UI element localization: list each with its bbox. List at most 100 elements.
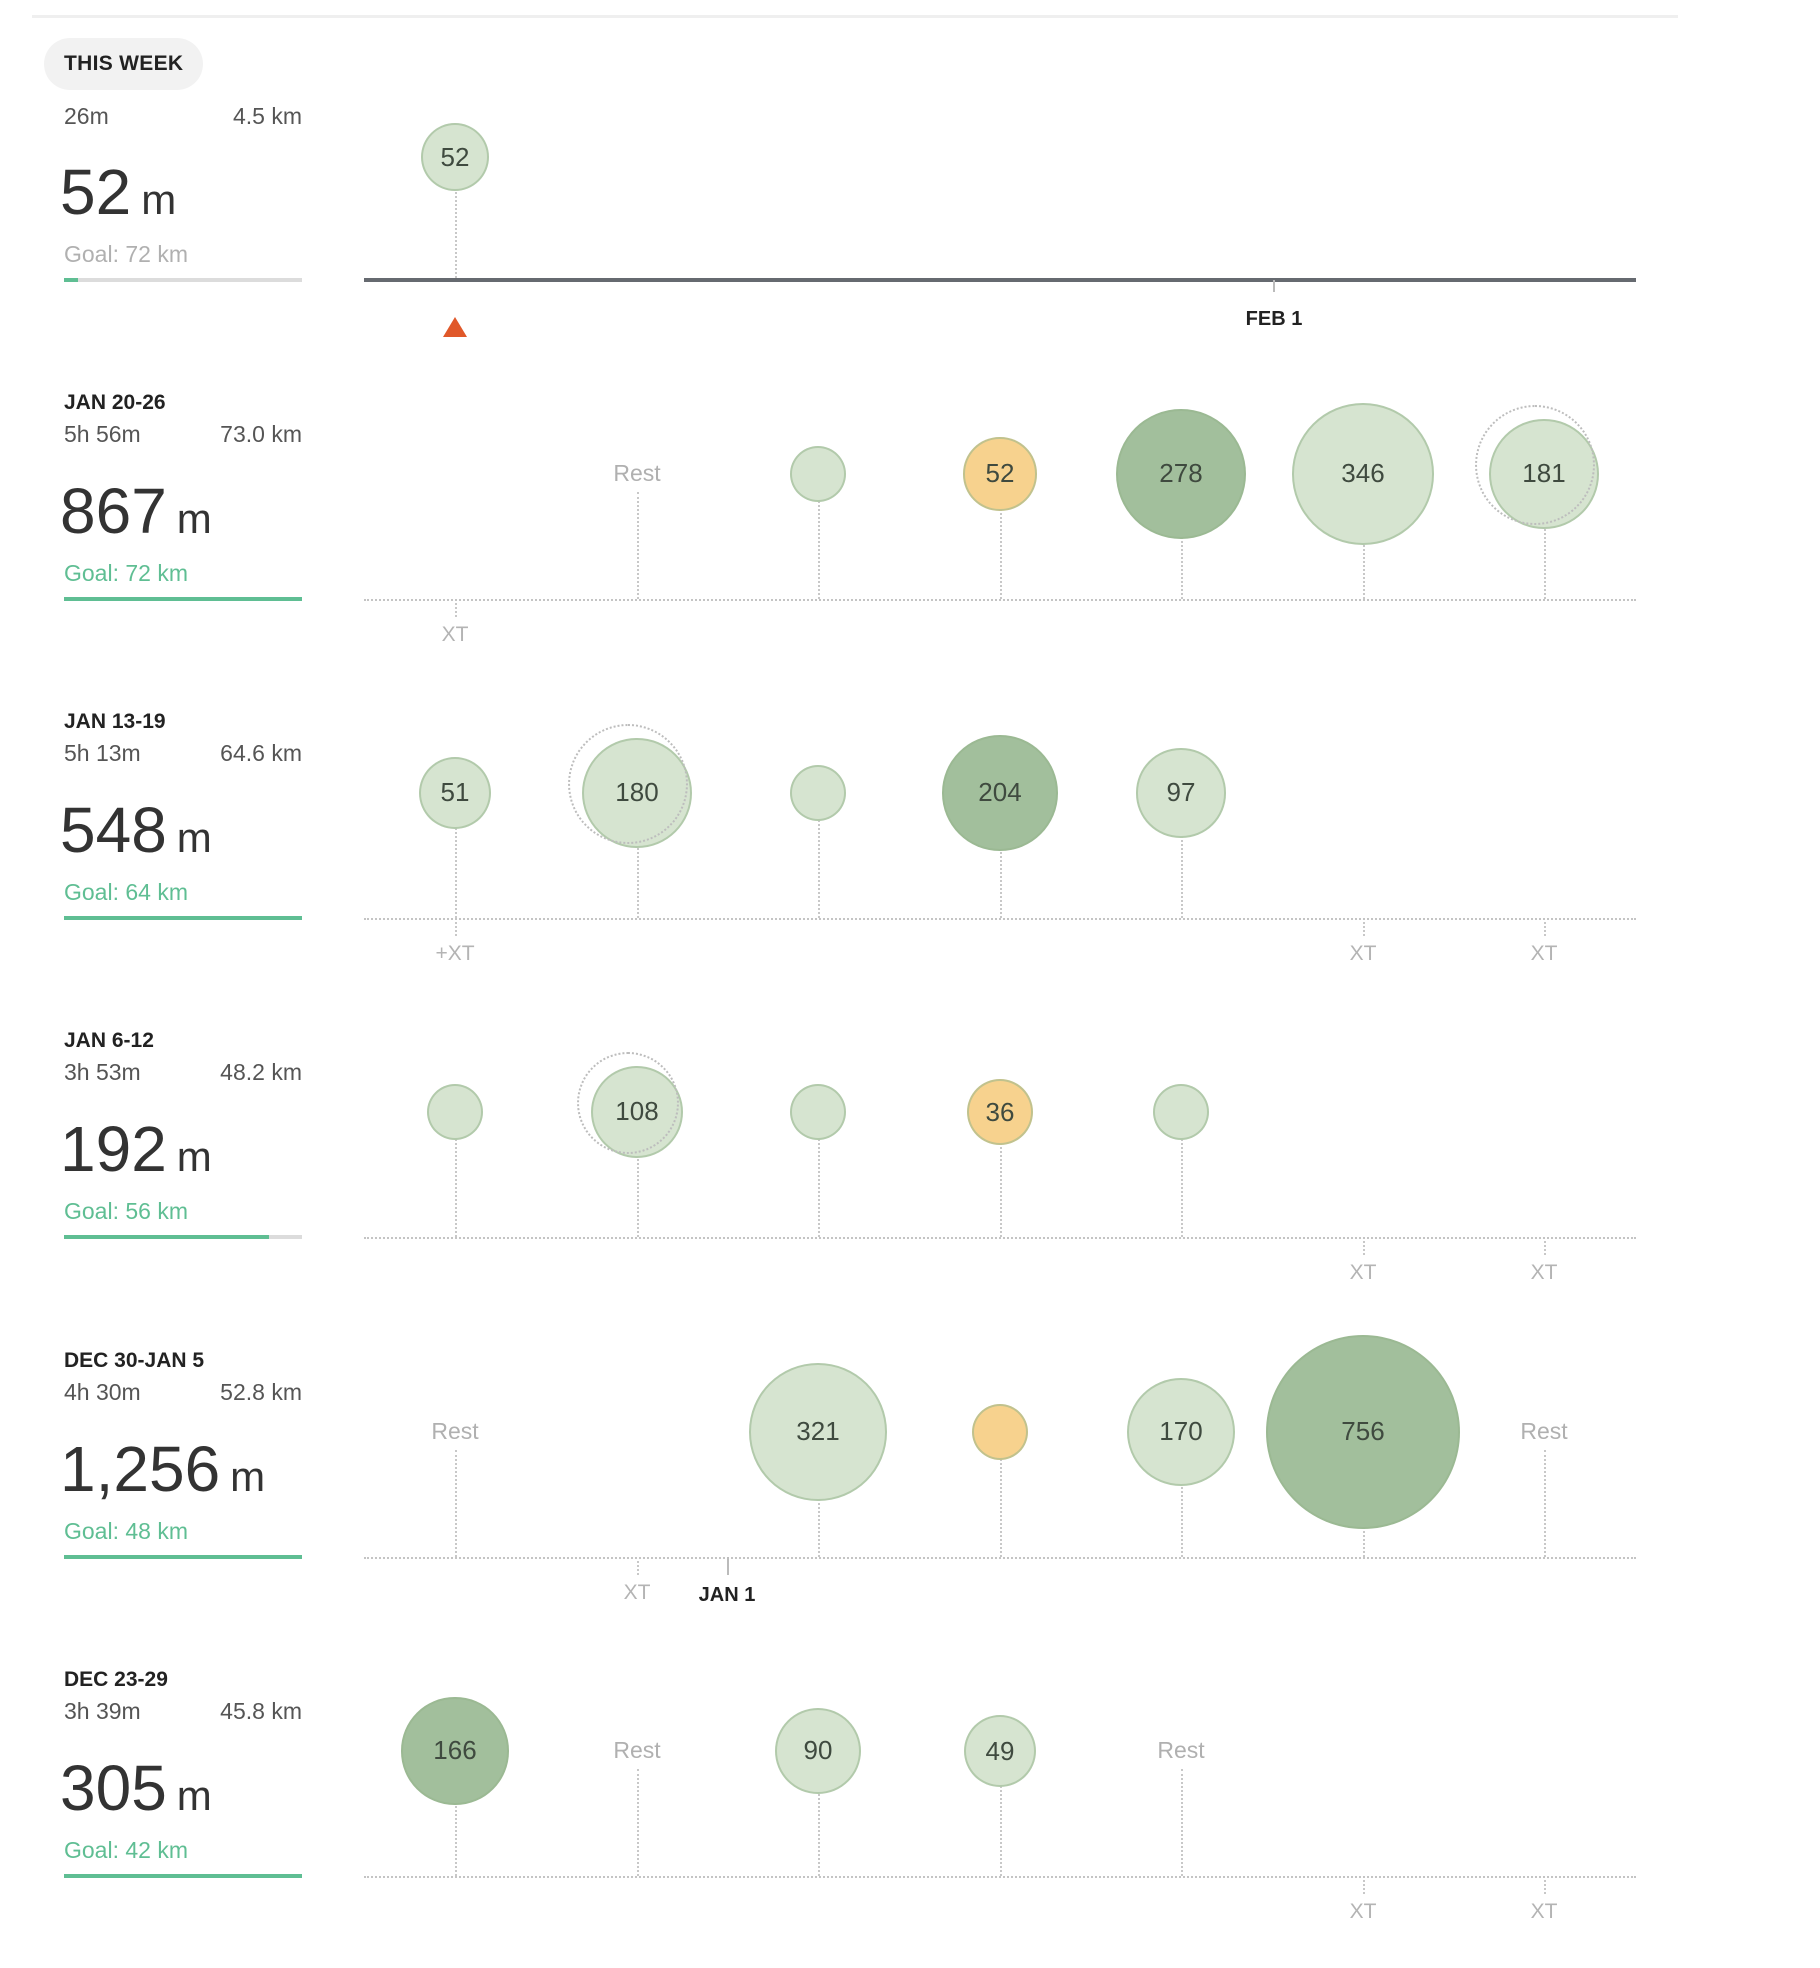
rest-day-label: Rest: [1157, 1737, 1205, 1763]
cross-training-label: XT: [1349, 1900, 1377, 1923]
xt-tick: [455, 603, 457, 617]
elevation-value: 548: [60, 794, 167, 866]
goal-progress-bar: [64, 1235, 302, 1239]
rest-day-label: Rest: [1520, 1418, 1568, 1444]
multi-activity-ring: [1474, 404, 1596, 526]
week-goal: Goal: 72 km: [64, 241, 188, 267]
elevation-unit: m: [230, 1453, 266, 1500]
month-tick: [1273, 280, 1275, 292]
goal-progress-fill: [64, 916, 302, 920]
goal-progress-fill: [64, 597, 302, 601]
multi-activity-ring: [567, 723, 689, 845]
xt-tick: [1363, 1880, 1365, 1894]
week-baseline: [364, 1237, 1636, 1239]
week-row[interactable]: JAN 6-12 3h 53m 48.2 km 192 m Goal: 56 km 108 3…: [0, 957, 1820, 1284]
activity-bubble[interactable]: 204: [942, 735, 1058, 851]
activity-bubble[interactable]: [972, 1404, 1028, 1460]
goal-progress-bar: [64, 916, 302, 920]
activity-bubble[interactable]: [790, 765, 846, 821]
elevation-unit: m: [176, 495, 212, 542]
week-elevation: 548 m: [60, 798, 212, 862]
activity-bubble[interactable]: 36: [967, 1079, 1033, 1145]
week-row[interactable]: DEC 23-29 3h 39m 45.8 km 305 m Goal: 42 km 166…: [0, 1596, 1820, 1923]
elevation-unit: m: [176, 814, 212, 861]
goal-progress-fill: [64, 1874, 302, 1878]
activity-bubble[interactable]: [790, 1084, 846, 1140]
xt-tick: [1544, 1241, 1546, 1255]
week-distance: 73.0 km: [220, 421, 302, 447]
week-baseline: [364, 918, 1636, 920]
activity-bubble[interactable]: 321: [749, 1363, 887, 1501]
week-row[interactable]: DEC 30-JAN 5 4h 30m 52.8 km 1,256 m Goal: 48 …: [0, 1277, 1820, 1606]
activity-bubble[interactable]: 756: [1265, 1334, 1461, 1530]
elevation-value: 192: [60, 1113, 167, 1185]
activity-bubble[interactable]: [427, 1084, 483, 1140]
activity-bubble[interactable]: 170: [1126, 1377, 1236, 1487]
xt-tick: [637, 1561, 639, 1575]
week-label: JAN 20-26: [64, 391, 166, 414]
day-stem: [1544, 1450, 1546, 1557]
week-distance: 45.8 km: [220, 1698, 302, 1724]
week-label: DEC 23-29: [64, 1668, 168, 1691]
week-distance: 48.2 km: [220, 1059, 302, 1085]
activity-bubble[interactable]: 97: [1136, 748, 1226, 838]
goal-progress-bar: [64, 597, 302, 601]
activity-bubble[interactable]: 52: [421, 123, 489, 191]
day-stem: [455, 1450, 457, 1557]
activity-bubble[interactable]: [1153, 1084, 1209, 1140]
rest-day-label: Rest: [613, 1737, 661, 1763]
multi-activity-ring: [576, 1051, 680, 1155]
week-elevation: 52 m: [60, 160, 176, 224]
rest-day-label: Rest: [431, 1418, 479, 1444]
elevation-value: 305: [60, 1752, 167, 1824]
xt-tick: [1363, 922, 1365, 936]
week-row[interactable]: JAN 20-26 5h 56m 73.0 km 867 m Goal: 72 km XT R…: [0, 319, 1820, 646]
week-distance: 52.8 km: [220, 1379, 302, 1405]
elevation-value: 52: [60, 156, 132, 228]
day-stem: [637, 1769, 639, 1876]
xt-tick: [1363, 1241, 1365, 1255]
activity-bubble[interactable]: 51: [418, 756, 492, 830]
week-label: DEC 30-JAN 5: [64, 1349, 205, 1372]
week-goal: Goal: 64 km: [64, 879, 188, 905]
week-baseline: [364, 1557, 1636, 1559]
elevation-unit: m: [141, 176, 177, 223]
week-goal: Goal: 72 km: [64, 560, 188, 586]
week-label: JAN 13-19: [64, 710, 166, 733]
goal-progress-bar: [64, 278, 302, 282]
elevation-value: 1,256: [60, 1433, 221, 1505]
week-row[interactable]: JAN 13-19 5h 13m 64.6 km 548 m Goal: 64 km 51 +…: [0, 638, 1820, 965]
week-elevation: 305 m: [60, 1756, 212, 1820]
week-goal: Goal: 48 km: [64, 1518, 188, 1544]
activity-bubble[interactable]: 52: [963, 437, 1037, 511]
week-row-this-week[interactable]: THIS WEEK 26m 4.5 km 52 m Goal: 72 km 52 …: [0, 0, 1820, 337]
week-goal: Goal: 56 km: [64, 1198, 188, 1224]
activity-bubble[interactable]: 278: [1115, 408, 1246, 539]
cross-training-label: XT: [1530, 1900, 1558, 1923]
goal-progress-fill: [64, 1555, 302, 1559]
activity-bubble[interactable]: [790, 446, 846, 502]
xt-tick: [1544, 1880, 1546, 1894]
week-elevation: 192 m: [60, 1117, 212, 1181]
activity-bubble[interactable]: 49: [964, 1715, 1036, 1787]
week-label: JAN 6-12: [64, 1029, 154, 1052]
activity-bubble[interactable]: 166: [401, 1697, 509, 1805]
xt-tick: [455, 922, 457, 936]
day-stem: [637, 492, 639, 599]
week-distance: 64.6 km: [220, 740, 302, 766]
activity-bubble[interactable]: 90: [774, 1707, 862, 1795]
elevation-unit: m: [176, 1133, 212, 1180]
day-stem: [1181, 1769, 1183, 1876]
week-elevation: 867 m: [60, 479, 212, 543]
month-tick: [727, 1557, 729, 1575]
rest-day-label: Rest: [613, 460, 661, 486]
day-stem: [455, 185, 457, 278]
xt-tick: [1544, 922, 1546, 936]
goal-progress-fill: [64, 1235, 269, 1239]
this-week-badge: THIS WEEK: [44, 38, 204, 90]
goal-progress-fill: [64, 278, 79, 282]
goal-progress-bar: [64, 1874, 302, 1878]
week-baseline: [364, 599, 1636, 601]
activity-bubble[interactable]: 346: [1292, 403, 1434, 545]
week-baseline: [364, 278, 1636, 282]
